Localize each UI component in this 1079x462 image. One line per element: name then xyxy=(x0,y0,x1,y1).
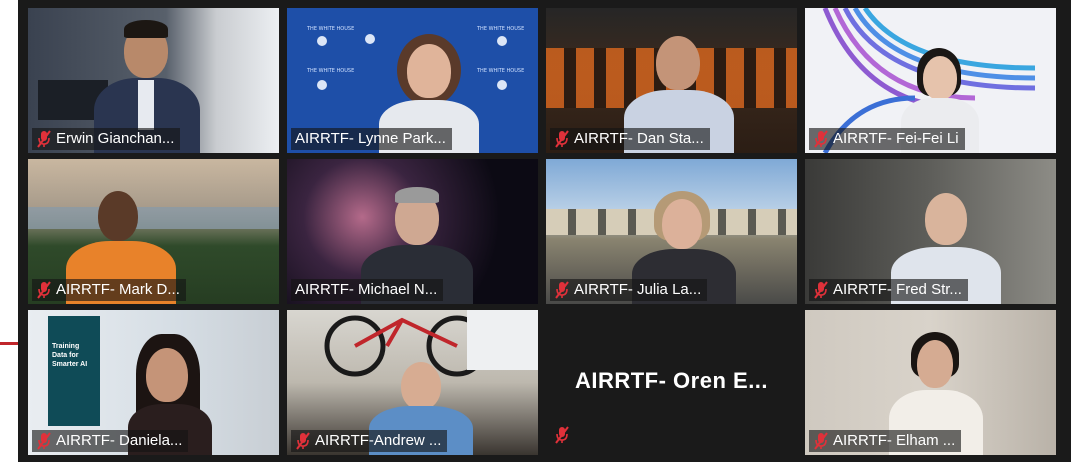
participant-name: Erwin Gianchan... xyxy=(56,130,175,147)
participant-name-tag: AIRRTF- Fei-Fei Li xyxy=(809,128,965,150)
participant-name: AIRRTF- Lynne Park... xyxy=(295,130,446,147)
mic-muted-icon xyxy=(37,281,51,299)
participant-name-tag: AIRRTF- Mark D... xyxy=(32,279,186,301)
video-tile-elham[interactable]: AIRRTF- Elham ... xyxy=(805,310,1056,455)
video-tile-daniela[interactable]: Training Data for Smarter AI AIRRTF- Dan… xyxy=(28,310,279,455)
backdrop-text: THE WHITE HOUSE xyxy=(307,26,355,32)
backdrop-text: THE WHITE HOUSE xyxy=(477,68,525,74)
banner-text: Training Data for Smarter AI xyxy=(52,343,88,368)
video-tile-dan[interactable]: AIRRTF- Dan Sta... xyxy=(546,8,797,153)
banner-standee: Training Data for Smarter AI xyxy=(48,316,100,426)
participant-name-tag: AIRRTF- Michael N... xyxy=(291,279,444,301)
backdrop-text: THE WHITE HOUSE xyxy=(477,26,525,32)
participant-name-tag: Erwin Gianchan... xyxy=(32,128,181,150)
video-tile-oren-camera-off[interactable]: AIRRTF- Oren E... xyxy=(546,310,797,455)
video-tile-michael[interactable]: AIRRTF- Michael N... xyxy=(287,159,538,304)
participant-name: AIRRTF- Mark D... xyxy=(56,281,180,298)
participant-name-tag: AIRRTF-Andrew ... xyxy=(291,430,448,452)
mic-muted-icon xyxy=(555,426,569,444)
participant-name-tag: AIRRTF- Lynne Park... xyxy=(291,128,452,150)
participant-name-tag: AIRRTF- Elham ... xyxy=(809,430,962,452)
mic-muted-icon xyxy=(814,130,828,148)
participant-name: AIRRTF- Michael N... xyxy=(295,281,438,298)
video-tile-julia[interactable]: AIRRTF- Julia La... xyxy=(546,159,797,304)
participant-name-tag: AIRRTF- Julia La... xyxy=(550,279,708,301)
mic-muted-icon xyxy=(296,432,310,450)
video-tile-fei-fei[interactable]: AIRRTF- Fei-Fei Li xyxy=(805,8,1056,153)
participant-name: AIRRTF- Fei-Fei Li xyxy=(833,130,959,147)
participant-name-tag: AIRRTF- Daniela... xyxy=(32,430,189,452)
mic-muted-icon xyxy=(555,130,569,148)
participant-name-large: AIRRTF- Oren E... xyxy=(574,368,769,393)
video-tile-andrew[interactable]: AIRRTF-Andrew ... xyxy=(287,310,538,455)
participant-name: AIRRTF- Dan Sta... xyxy=(574,130,704,147)
mic-muted-icon xyxy=(37,432,51,450)
participant-name: AIRRTF- Elham ... xyxy=(833,432,956,449)
participant-name: AIRRTF- Daniela... xyxy=(56,432,183,449)
video-tile-lynne-active-speaker[interactable]: THE WHITE HOUSE THE WHITE HOUSE THE WHIT… xyxy=(287,8,538,153)
video-gallery-grid: Erwin Gianchan... THE WHITE HOUSE THE WH… xyxy=(28,8,1058,456)
video-tile-erwin[interactable]: Erwin Gianchan... xyxy=(28,8,279,153)
mic-muted-icon xyxy=(814,432,828,450)
participant-name: AIRRTF-Andrew ... xyxy=(315,432,442,449)
participant-name: AIRRTF- Fred Str... xyxy=(833,281,962,298)
participant-name: AIRRTF- Julia La... xyxy=(574,281,702,298)
mic-muted-icon xyxy=(814,281,828,299)
video-tile-fred[interactable]: AIRRTF- Fred Str... xyxy=(805,159,1056,304)
video-tile-mark[interactable]: AIRRTF- Mark D... xyxy=(28,159,279,304)
mic-muted-icon xyxy=(555,281,569,299)
participant-name-tag: AIRRTF- Dan Sta... xyxy=(550,128,710,150)
participant-name-tag: AIRRTF- Fred Str... xyxy=(809,279,968,301)
mic-muted-icon xyxy=(37,130,51,148)
backdrop-text: THE WHITE HOUSE xyxy=(307,68,355,74)
